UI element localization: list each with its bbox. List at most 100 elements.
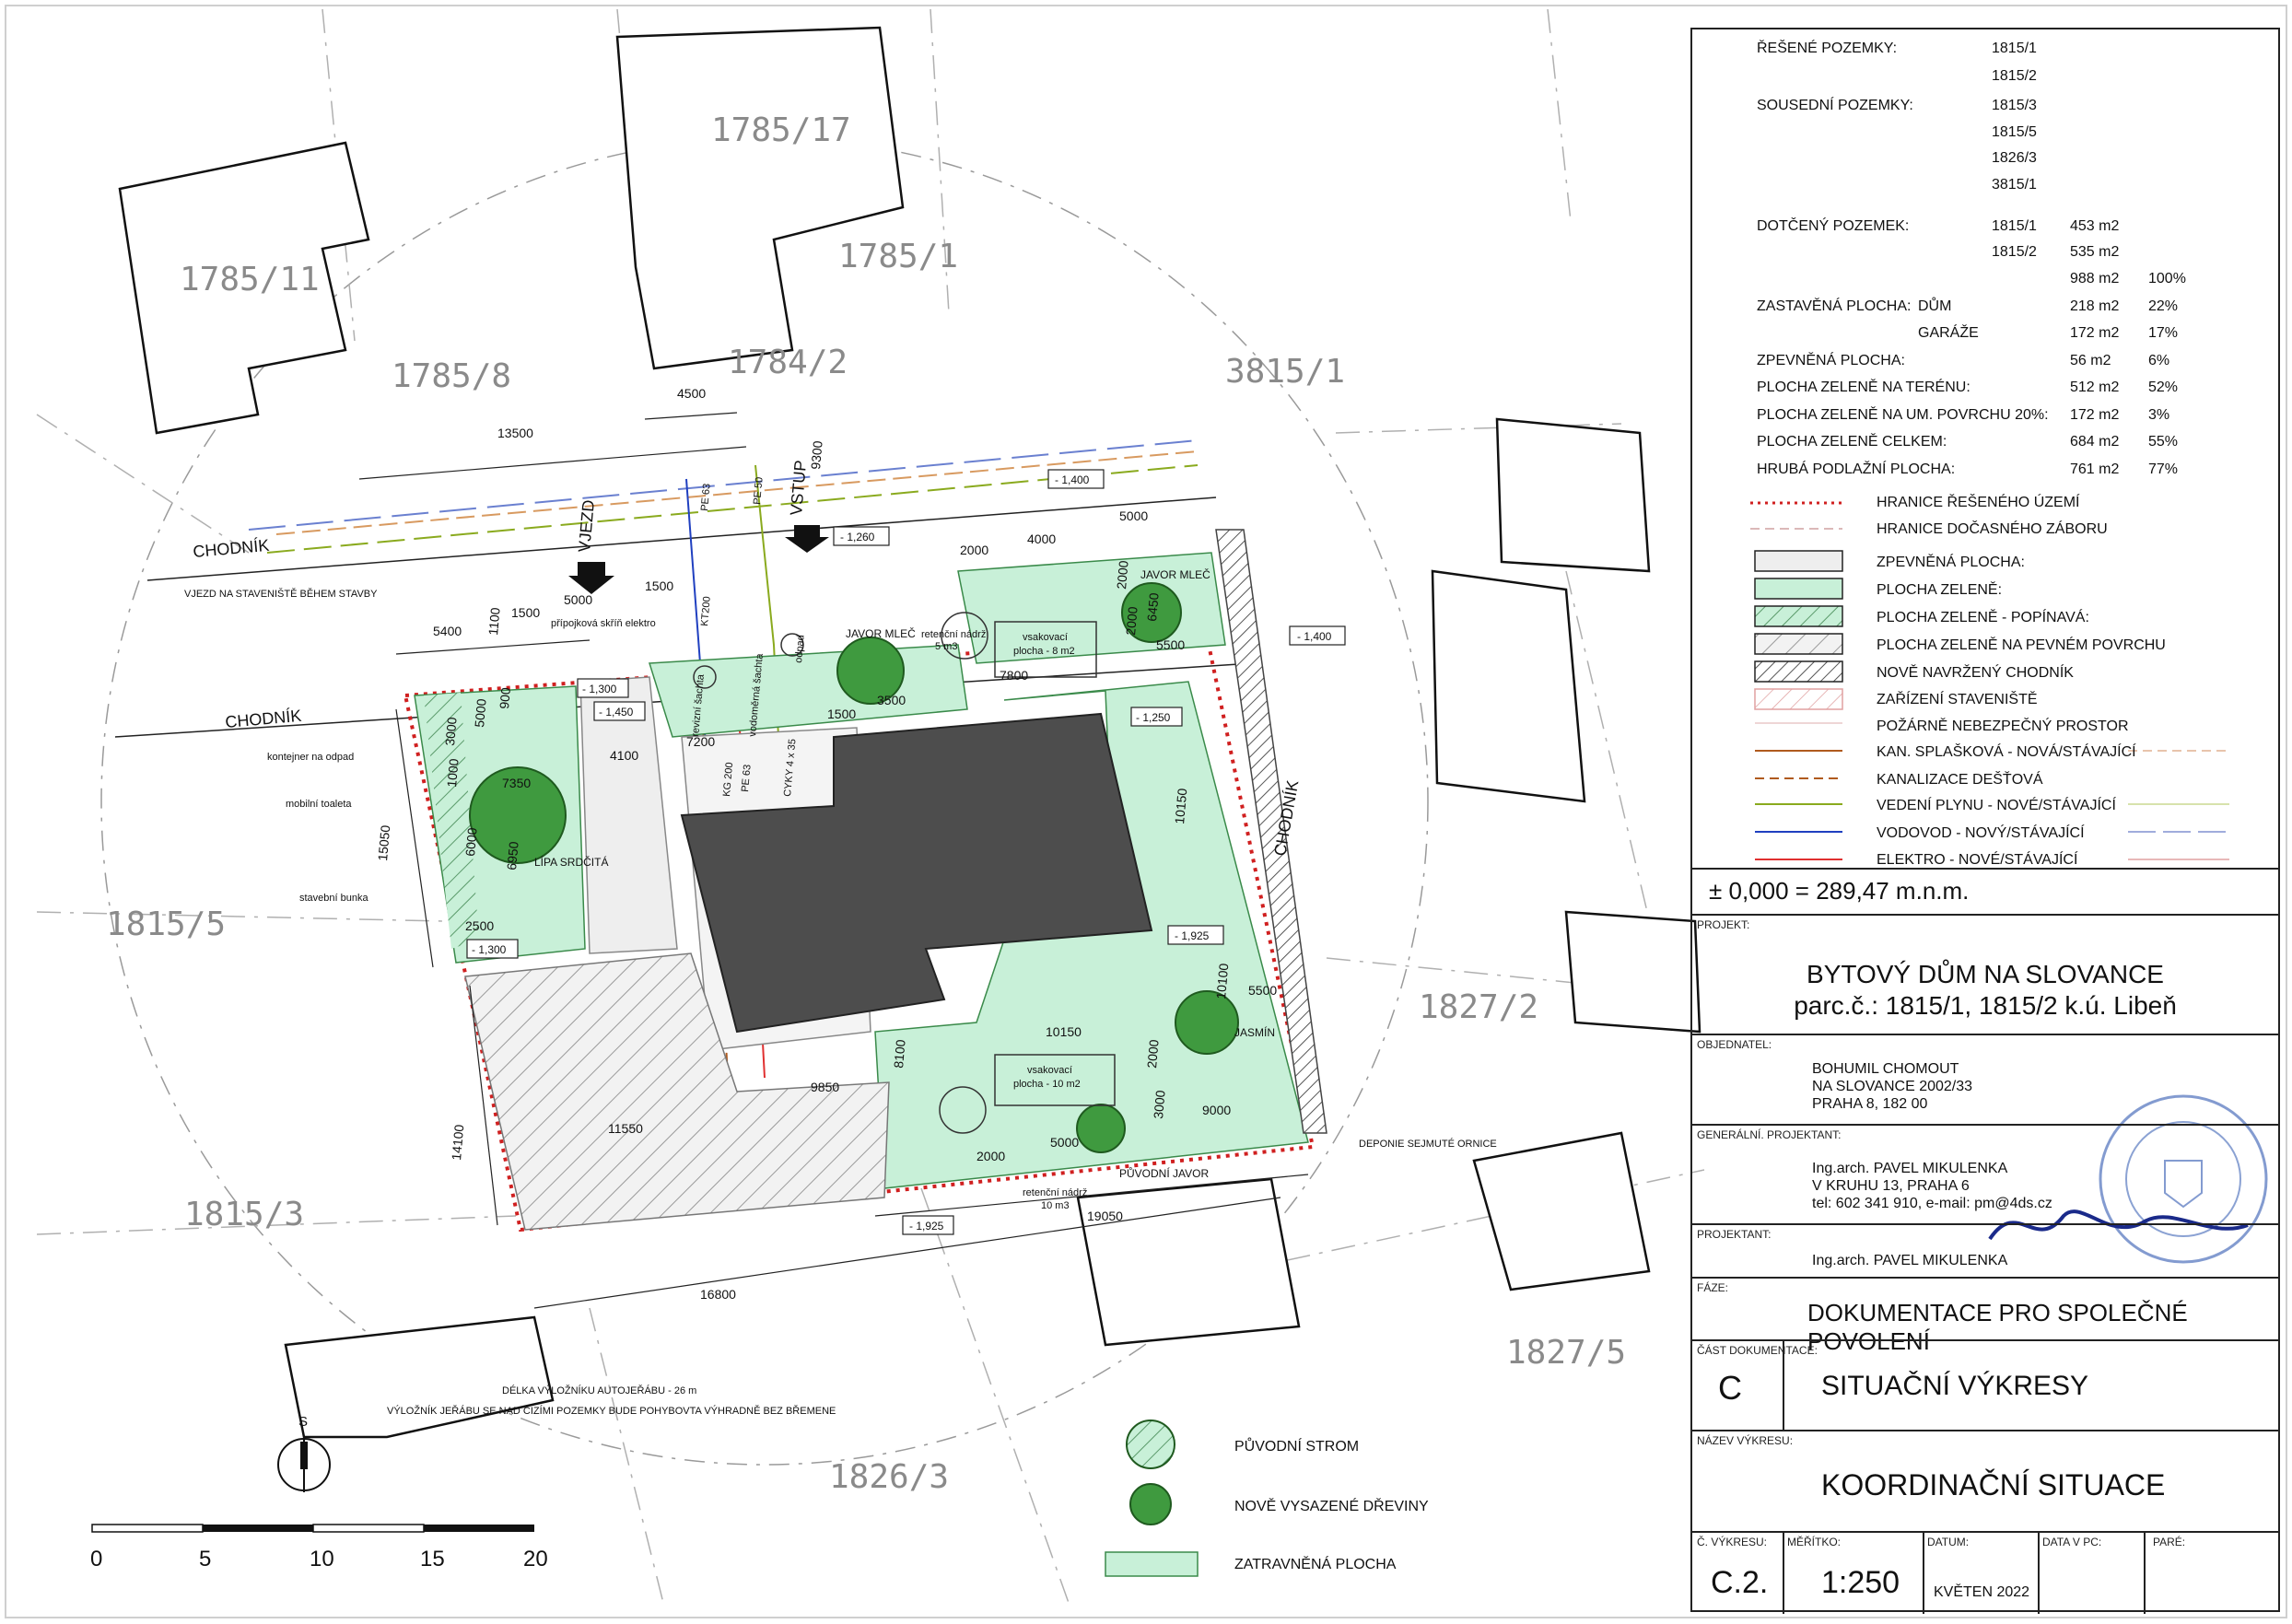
- zast-garaze: GARÁŽE: [1918, 325, 1979, 341]
- label-lipa: LÍPA SRDČITÁ: [534, 855, 608, 869]
- scale-num-15: 15: [420, 1547, 445, 1571]
- reseny-label: ŘEŠENÉ POZEMKY:: [1757, 41, 1898, 56]
- zel-teren-label: PLOCHA ZELENĚ NA TERÉNU:: [1757, 380, 1970, 395]
- level-9: - 1,925: [909, 1220, 944, 1233]
- gen-address: V KRUHU 13, PRAHA 6: [1812, 1178, 1970, 1194]
- dot-1-value: 453 m2: [2070, 218, 2120, 234]
- dim-2000e: 2000: [976, 1149, 1005, 1163]
- hpp-value: 761 m2: [2070, 461, 2120, 477]
- general-designer-section: GENERÁLNÍ. PROJEKTANT: Ing.arch. PAVEL M…: [1692, 1124, 2278, 1225]
- dim-5000b: 5000: [564, 592, 592, 607]
- level-7: - 1,925: [1175, 929, 1210, 942]
- drawing-name-section: NÁZEV VÝKRESU: KOORDINAČNÍ SITUACE: [1692, 1430, 2278, 1533]
- part-code: C: [1718, 1369, 1742, 1407]
- divider-3: [2038, 1533, 2040, 1614]
- dim-6950: 6950: [504, 841, 521, 871]
- scale-num-5: 5: [199, 1547, 211, 1571]
- scale-bar-numbers: 0 5 10 15 20: [90, 1547, 548, 1571]
- cast-header: ČÁST DOKUMENTACE:: [1697, 1344, 1818, 1357]
- label-deponie: DEPONIE SEJMUTÉ ORNICE: [1359, 1138, 1497, 1150]
- dim-14100: 14100: [449, 1124, 466, 1161]
- dim-3000a: 3000: [442, 717, 460, 747]
- dim-5500a: 5500: [1156, 637, 1185, 652]
- dim-3000b: 3000: [1151, 1090, 1168, 1120]
- zast-label: ZASTAVĚNÁ PLOCHA:: [1757, 298, 1912, 314]
- dim-2000a: 2000: [960, 543, 988, 557]
- dim-19050: 19050: [1087, 1209, 1123, 1223]
- client-city: PRAHA 8, 182 00: [1812, 1096, 1928, 1112]
- dim-4100: 4100: [610, 748, 638, 763]
- level-2: - 1,260: [840, 531, 875, 543]
- level-1: - 1,400: [1055, 473, 1090, 486]
- scale-num-20: 20: [523, 1547, 548, 1571]
- legend-item-10: KANALIZACE DEŠŤOVÁ: [1877, 772, 2043, 788]
- elevation-value: ± 0,000 = 289,47 m.n.m.: [1709, 877, 1970, 905]
- label-pe63: PE 63: [699, 483, 713, 511]
- dim-1000: 1000: [444, 758, 462, 789]
- label-vsak-2b: plocha - 10 m2: [1013, 1079, 1081, 1090]
- faze-header: FÁZE:: [1697, 1281, 1729, 1294]
- part-divider: [1783, 1341, 1784, 1431]
- projektant-header: PROJEKTANT:: [1697, 1228, 1772, 1241]
- dim-9850: 9850: [811, 1080, 839, 1094]
- level-5: - 1,450: [599, 706, 634, 719]
- legend-item-7: ZAŘÍZENÍ STAVENIŠTĚ: [1877, 692, 2038, 707]
- dim-15050: 15050: [375, 824, 392, 861]
- north-arrow: [277, 1437, 331, 1492]
- parcel-1785-17: 1785/17: [711, 111, 851, 149]
- cislo-header: Č. VÝKRESU:: [1697, 1536, 1768, 1548]
- gen-header: GENERÁLNÍ. PROJEKTANT:: [1697, 1128, 1842, 1141]
- client-name: BOHUMIL CHOMOUT: [1812, 1061, 1959, 1077]
- dim-2000c: 2000: [1123, 606, 1140, 637]
- dim-1500b: 1500: [645, 578, 673, 593]
- parcel-1784-2: 1784/2: [728, 344, 848, 381]
- datavpc-header: DATA V PC:: [2042, 1536, 2102, 1548]
- label-chodnik-mid: CHODNÍK: [225, 707, 302, 731]
- dim-5000d: 5000: [1050, 1135, 1079, 1150]
- zel-um-pct: 3%: [2148, 407, 2170, 423]
- dim-4000: 4000: [1027, 532, 1056, 546]
- label-stavebni-bunka: stavební bunka: [299, 893, 368, 904]
- dim-13500: 13500: [497, 426, 533, 440]
- part-section: ČÁST DOKUMENTACE: C SITUAČNÍ VÝKRESY: [1692, 1339, 2278, 1431]
- dot-sum-pct: 100%: [2148, 271, 2186, 286]
- dim-8100: 8100: [891, 1039, 908, 1069]
- label-retencni-1b: 5 m3: [935, 641, 957, 652]
- legend-item-11: VEDENÍ PLYNU - NOVÉ/STÁVAJÍCÍ: [1877, 798, 2116, 813]
- reseny-1: 1815/1: [1992, 41, 2037, 56]
- parcel-1827-5: 1827/5: [1506, 1334, 1626, 1372]
- project-parcels: parc.č.: 1815/1, 1815/2 k.ú. Libeň: [1794, 991, 2177, 1020]
- legend-item-1: HRANICE DOČASNÉHO ZÁBORU: [1877, 521, 2108, 537]
- drawing-info-row: Č. VÝKRESU: MĚŘÍTKO: DATUM: DATA V PC: P…: [1692, 1531, 2278, 1614]
- label-javor-2: JAVOR MLEČ: [1140, 567, 1210, 581]
- legend-item-6: NOVĚ NAVRŽENÝ CHODNÍK: [1877, 665, 2074, 681]
- dim-2500: 2500: [465, 918, 494, 933]
- label-javor-1: JAVOR MLEČ: [846, 626, 916, 640]
- level-6: - 1,250: [1136, 711, 1171, 724]
- divider-4: [2144, 1533, 2146, 1614]
- zast-dum-pct: 22%: [2148, 298, 2179, 314]
- dim-10100: 10100: [1213, 963, 1231, 999]
- project-section: PROJEKT: BYTOVÝ DŮM NA SLOVANCE parc.č.:…: [1692, 914, 2278, 1035]
- label-vsak-1b: plocha - 8 m2: [1013, 646, 1075, 657]
- label-vstup: VSTUP: [787, 460, 810, 517]
- dim-3500: 3500: [877, 693, 906, 707]
- label-kontejner: kontejner na odpad: [267, 752, 354, 763]
- dim-7350: 7350: [502, 776, 531, 790]
- projektant-name: Ing.arch. PAVEL MIKULENKA: [1812, 1253, 2008, 1268]
- label-delka-2: VÝLOŽNÍK JEŘÁBU SE NAD CIZÍMI POZEMKY BU…: [387, 1405, 836, 1417]
- zel-celk-value: 684 m2: [2070, 434, 2120, 450]
- parcel-1785-11: 1785/11: [180, 261, 320, 298]
- legend-nove-dreviny: NOVĚ VYSAZENÉ DŘEVINY: [1234, 1497, 1429, 1514]
- label-pe50: PE 50: [752, 476, 766, 505]
- legend-puvodni-strom: PŮVODNÍ STROM: [1234, 1437, 1359, 1455]
- nazev-header: NÁZEV VÝKRESU:: [1697, 1434, 1794, 1447]
- divider-1: [1783, 1533, 1784, 1614]
- label-vsak-1a: vsakovací: [1023, 632, 1068, 643]
- dot-1-parcel: 1815/1: [1992, 218, 2037, 234]
- sousedni-3: 1826/3: [1992, 150, 2037, 166]
- label-chodnik-top: CHODNÍK: [193, 536, 270, 561]
- label-kt200: KT200: [699, 596, 713, 626]
- project-name: BYTOVÝ DŮM NA SLOVANCE: [1807, 960, 2164, 988]
- parcel-1815-5: 1815/5: [106, 905, 226, 943]
